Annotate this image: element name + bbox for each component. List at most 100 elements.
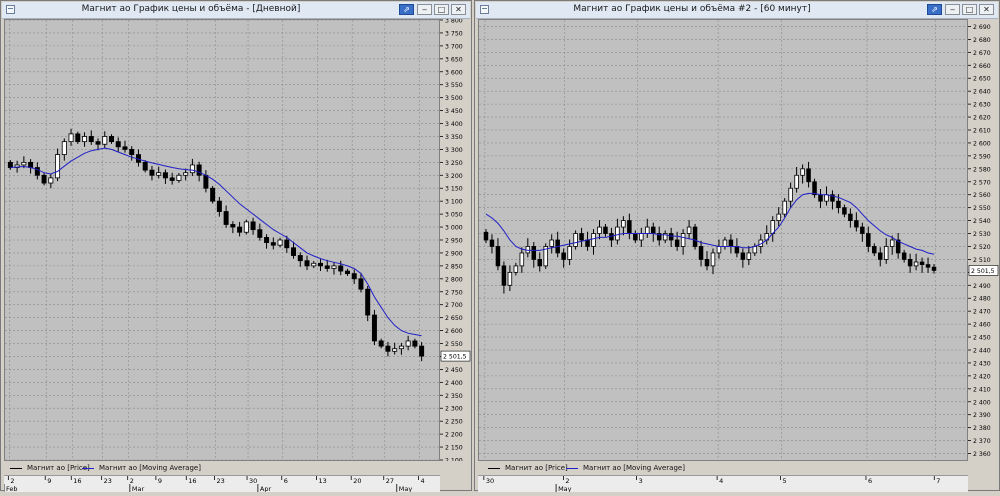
y-tick-label: 2 690	[973, 24, 991, 31]
y-tick-label: 2 950	[445, 238, 463, 245]
candle	[189, 158, 195, 176]
candle-body	[537, 259, 543, 267]
chart-legend: Магнит ао [Price] Магнит ао [Moving Aver…	[4, 463, 440, 475]
grid-lines	[5, 19, 439, 461]
y-tick-label: 2 430	[973, 360, 991, 367]
minimize-button[interactable]: ‒	[417, 4, 432, 15]
minimize-button[interactable]: ‒	[945, 4, 960, 15]
chart-window-daily[interactable]: Магнит ао График цены и объёма - [Дневно…	[0, 0, 472, 493]
price-axis[interactable]: 2 360 2 370 2 380 2 390 2 400 2 410 2 420 2 430…	[968, 19, 999, 461]
candle	[237, 221, 243, 237]
maximize-button[interactable]: □	[962, 4, 977, 15]
candle	[109, 134, 114, 144]
candle	[824, 186, 829, 206]
candle-body	[686, 226, 692, 234]
y-tick-label: 3 100	[445, 199, 463, 206]
candle	[419, 341, 425, 362]
candle	[925, 257, 931, 273]
y-tick-label: 2 450	[973, 335, 991, 342]
x-tick-label: 13	[318, 477, 326, 485]
title-bar[interactable]: Магнит ао График цены и объёма #2 - [60 …	[476, 2, 998, 19]
y-tick-label: 2 600	[973, 140, 991, 147]
candle	[561, 248, 566, 268]
candle	[901, 249, 907, 263]
time-axis[interactable]: 2 9 16 23 2 9 16 23 30 6 13 20 27 4 Feb Mar Apr May	[3, 475, 440, 493]
x-tick-label: 5	[783, 477, 787, 485]
candle	[555, 231, 560, 258]
y-tick-label: 2 440	[973, 348, 991, 355]
x-tick-label: 6	[868, 477, 872, 485]
chart-window-60min[interactable]: Магнит ао График цены и объёма #2 - [60 …	[474, 0, 1000, 493]
candle-body	[866, 233, 871, 247]
candle	[877, 247, 883, 267]
candle	[365, 285, 371, 322]
candle-body	[176, 174, 182, 181]
candle-body	[243, 221, 249, 233]
price-plot-area[interactable]	[478, 19, 968, 461]
candle-body	[378, 340, 384, 347]
legend-item-ma: Магнит ао [Moving Average]	[82, 464, 201, 472]
candle	[818, 189, 823, 209]
price-plot-area[interactable]	[4, 19, 440, 461]
candle	[324, 259, 330, 272]
maximize-button[interactable]: □	[434, 4, 449, 15]
pin-button[interactable]: ⇗	[927, 4, 942, 15]
candle-body	[854, 220, 859, 228]
legend-swatch	[488, 467, 500, 469]
candle	[250, 217, 256, 235]
window-title: Магнит ао График цены и объёма #2 - [60 …	[573, 4, 811, 14]
candle-body	[21, 161, 27, 166]
y-tick-label: 2 900	[445, 250, 463, 257]
candle	[7, 160, 13, 170]
candle-body	[189, 164, 195, 174]
candle-body	[102, 136, 108, 145]
candle-body	[507, 271, 513, 286]
title-bar[interactable]: Магнит ао График цены и объёма - [Дневно…	[2, 2, 470, 19]
legend-item-ma: Магнит ао [Moving Average]	[566, 464, 685, 472]
x-tick-label: 23	[216, 477, 224, 485]
candle-body	[318, 262, 323, 267]
candle-body	[836, 200, 841, 209]
close-button[interactable]: ✕	[979, 4, 994, 15]
y-tick-label: 2 510	[973, 257, 991, 264]
candle-body	[877, 252, 883, 260]
candle	[854, 212, 859, 232]
x-tick-label: 3	[639, 477, 643, 485]
candle	[135, 149, 141, 167]
candle	[122, 140, 128, 153]
x-tick-label: 2	[10, 477, 14, 485]
candle	[722, 236, 728, 250]
candle-body	[728, 239, 734, 247]
candle	[662, 230, 668, 244]
price-axis[interactable]: 2 100 2 150 2 200 2 250 2 300 2 350 2 400 2 450…	[440, 18, 471, 465]
x-tick-label: 2	[130, 477, 134, 485]
y-tick-label: 2 410	[973, 386, 991, 393]
x-tick-label: 4	[719, 477, 723, 485]
candle-body	[692, 226, 698, 247]
y-tick-label: 2 470	[973, 309, 991, 316]
candle-body	[405, 340, 411, 347]
candle-body	[196, 164, 202, 176]
candle	[919, 257, 925, 273]
last-price-label: 2 501,5	[971, 268, 995, 275]
pin-button[interactable]: ⇗	[399, 4, 414, 15]
candle	[597, 220, 602, 240]
x-tick-label: 9	[158, 477, 162, 485]
y-tick-label: 3 800	[445, 19, 463, 25]
y-tick-label: 3 500	[445, 95, 463, 102]
candle-body	[331, 265, 337, 269]
candle-body	[419, 345, 425, 357]
time-axis[interactable]: 30 2 3 4 5 6 7 May	[478, 475, 968, 493]
candle-body	[28, 161, 34, 168]
candle	[351, 269, 357, 284]
candle-body	[483, 231, 489, 241]
candle	[543, 243, 548, 269]
close-button[interactable]: ✕	[451, 4, 466, 15]
candle	[412, 338, 418, 349]
candle	[344, 268, 350, 276]
y-tick-label: 3 450	[445, 108, 463, 115]
y-tick-label: 2 480	[973, 296, 991, 303]
x-tick-label: 30	[486, 477, 494, 485]
candle	[156, 166, 162, 179]
candle-body	[860, 226, 865, 234]
